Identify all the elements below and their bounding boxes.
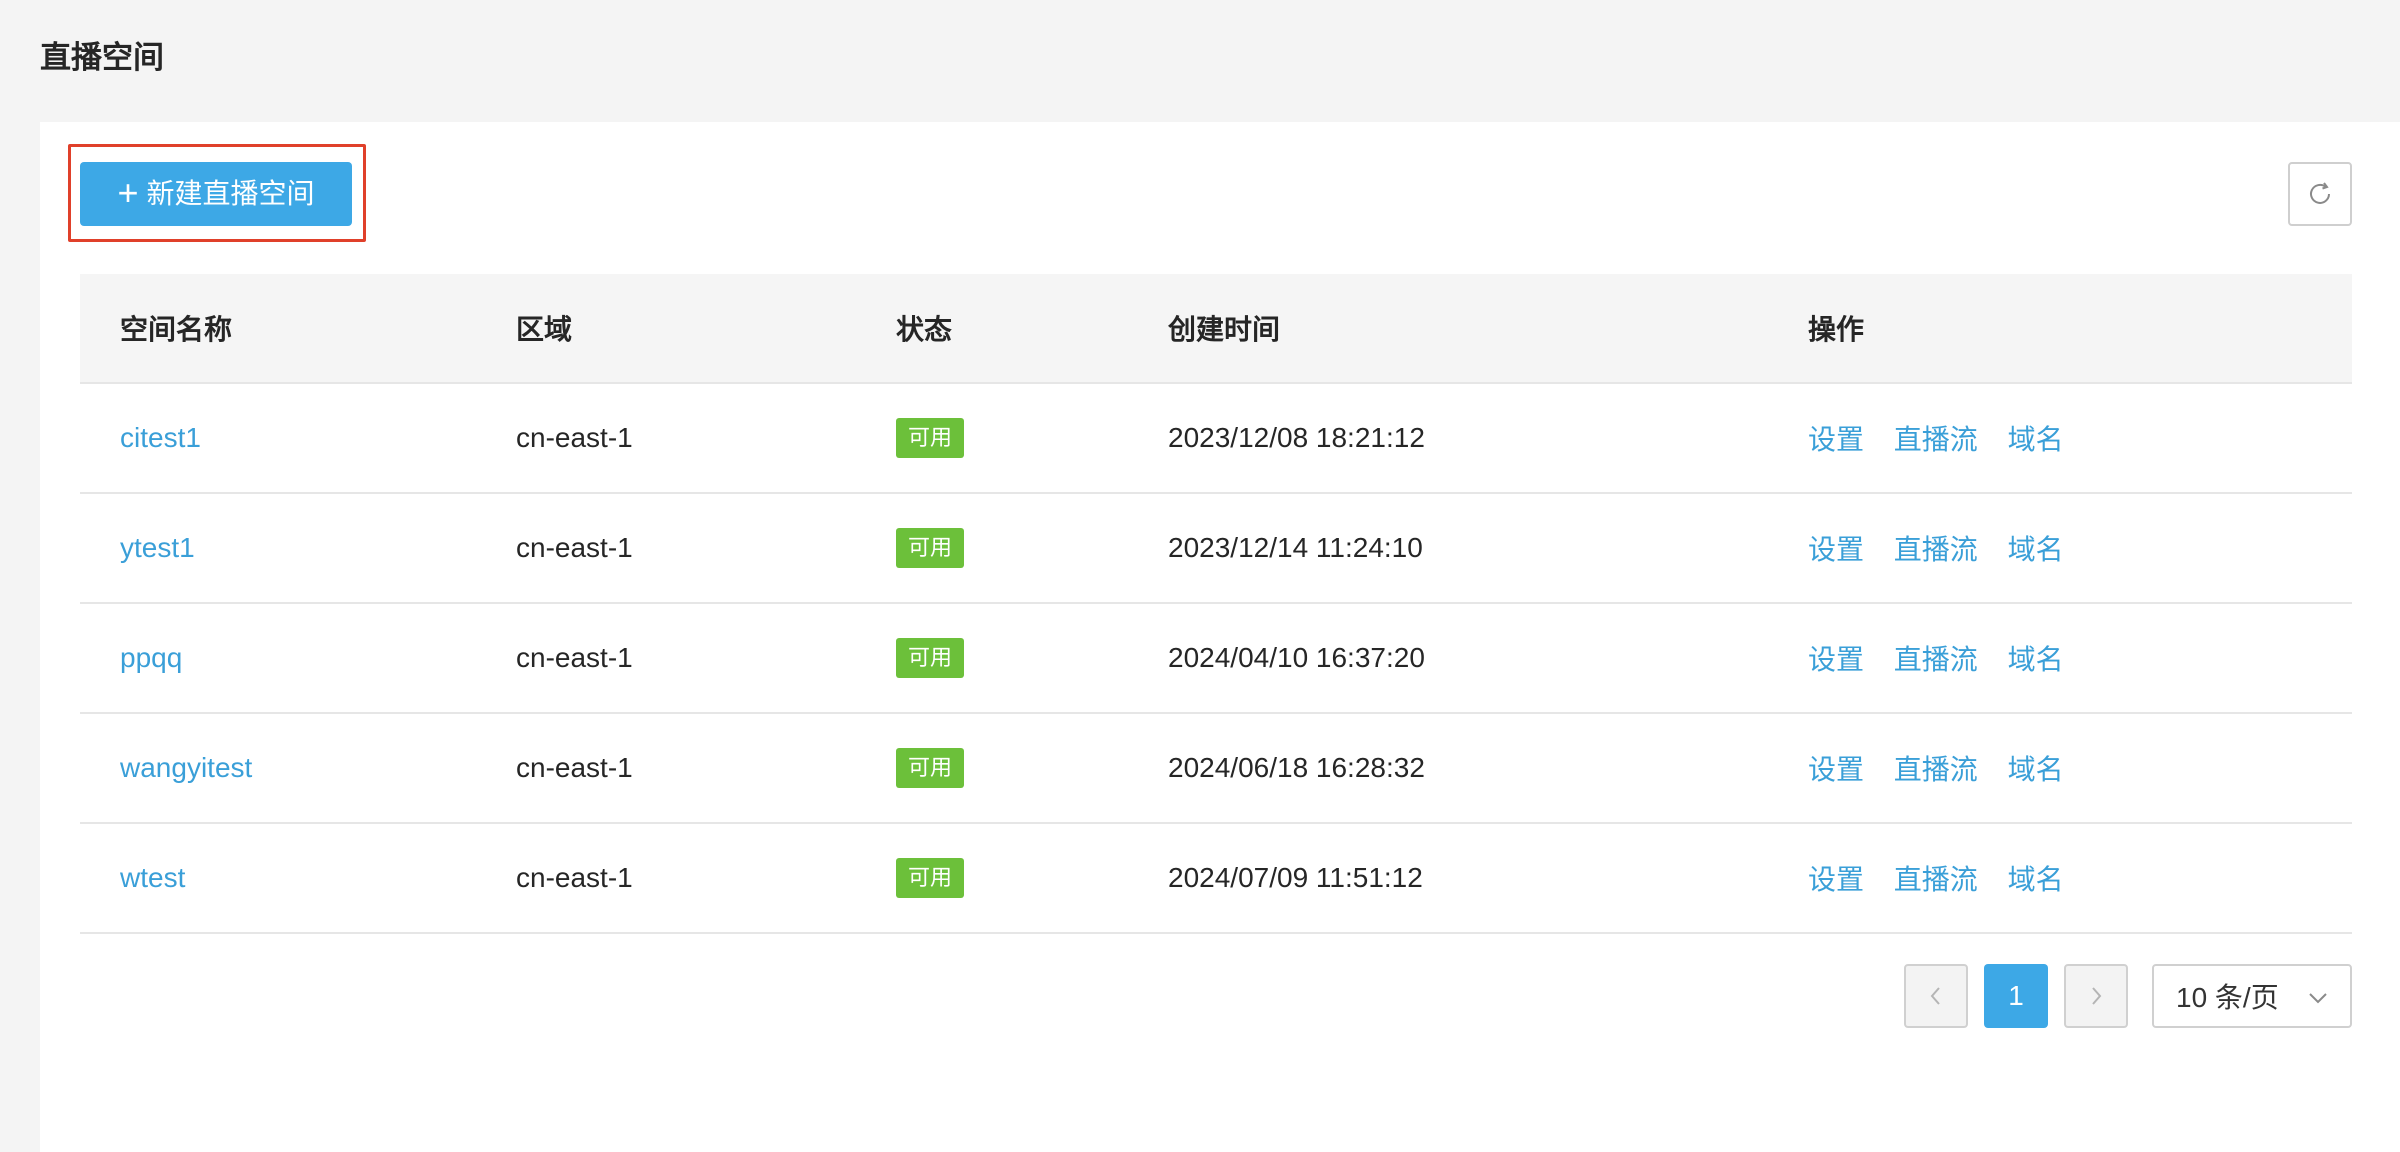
header-actions: 操作	[1808, 314, 1865, 345]
page-1-button[interactable]: 1	[1984, 964, 2048, 1028]
refresh-icon	[2310, 182, 2330, 204]
settings-link[interactable]: 设置	[1808, 644, 1864, 675]
created-time: 2023/12/08 18:21:12	[1168, 422, 1425, 453]
created-time: 2023/12/14 11:24:10	[1168, 532, 1423, 563]
table-row: wangyitest cn-east-1 可用 2024/06/18 16:28…	[80, 714, 2352, 824]
space-name-link[interactable]: wtest	[120, 862, 185, 894]
content-card: + 新建直播空间 空间名称 区域 状态 创建时间 操作 citest1 cn-e…	[40, 122, 2400, 1152]
space-name-link[interactable]: ppqq	[120, 642, 182, 674]
status-badge: 可用	[896, 748, 965, 788]
new-space-label: 新建直播空间	[146, 178, 315, 209]
settings-link[interactable]: 设置	[1808, 534, 1864, 565]
region: cn-east-1	[516, 752, 633, 783]
domain-link[interactable]: 域名	[2008, 424, 2064, 455]
streams-link[interactable]: 直播流	[1894, 754, 1978, 785]
domain-link[interactable]: 域名	[2008, 644, 2064, 675]
chevron-right-icon	[2092, 987, 2102, 1005]
streams-link[interactable]: 直播流	[1894, 864, 1978, 895]
space-name-link[interactable]: ytest1	[120, 532, 195, 564]
header-created: 创建时间	[1168, 314, 1281, 345]
region: cn-east-1	[516, 422, 633, 453]
header-name: 空间名称	[120, 314, 233, 345]
header-region: 区域	[516, 314, 573, 345]
domain-link[interactable]: 域名	[2008, 864, 2064, 895]
settings-link[interactable]: 设置	[1808, 754, 1864, 785]
created-time: 2024/07/09 11:51:12	[1168, 862, 1423, 893]
streams-link[interactable]: 直播流	[1894, 644, 1978, 675]
new-space-button[interactable]: + 新建直播空间	[80, 162, 352, 226]
domain-link[interactable]: 域名	[2008, 534, 2064, 565]
prev-page-button[interactable]	[1904, 964, 1968, 1028]
page-size-select[interactable]: 10 条/页	[2152, 964, 2352, 1028]
settings-link[interactable]: 设置	[1808, 864, 1864, 895]
region: cn-east-1	[516, 642, 633, 673]
status-badge: 可用	[896, 418, 965, 458]
table-row: citest1 cn-east-1 可用 2023/12/08 18:21:12…	[80, 384, 2352, 494]
next-page-button[interactable]	[2064, 964, 2128, 1028]
page-title: 直播空间	[40, 40, 164, 75]
region: cn-east-1	[516, 862, 633, 893]
domain-link[interactable]: 域名	[2008, 754, 2064, 785]
status-badge: 可用	[896, 858, 965, 898]
space-name-link[interactable]: citest1	[120, 422, 201, 454]
streams-link[interactable]: 直播流	[1894, 424, 1978, 455]
region: cn-east-1	[516, 532, 633, 563]
plus-icon: +	[117, 171, 139, 213]
created-time: 2024/06/18 16:28:32	[1168, 752, 1425, 783]
settings-link[interactable]: 设置	[1808, 424, 1864, 455]
table-row: ytest1 cn-east-1 可用 2023/12/14 11:24:10 …	[80, 494, 2352, 604]
status-badge: 可用	[896, 638, 965, 678]
header-status: 状态	[896, 314, 953, 345]
table-header: 空间名称 区域 状态 创建时间 操作	[80, 274, 2352, 384]
pagination: 1 10 条/页	[40, 964, 2400, 1028]
status-badge: 可用	[896, 528, 965, 568]
chevron-down-icon	[2309, 993, 2327, 1004]
space-name-link[interactable]: wangyitest	[120, 752, 252, 784]
table-row: wtest cn-east-1 可用 2024/07/09 11:51:12 设…	[80, 824, 2352, 934]
created-time: 2024/04/10 16:37:20	[1168, 642, 1425, 673]
chevron-left-icon	[1930, 987, 1940, 1005]
space-table: 空间名称 区域 状态 创建时间 操作 citest1 cn-east-1 可用 …	[80, 274, 2352, 934]
table-row: ppqq cn-east-1 可用 2024/04/10 16:37:20 设置…	[80, 604, 2352, 714]
page-size-value: 10 条/页	[2176, 982, 2279, 1013]
streams-link[interactable]: 直播流	[1894, 534, 1978, 565]
refresh-button[interactable]	[2288, 162, 2352, 226]
